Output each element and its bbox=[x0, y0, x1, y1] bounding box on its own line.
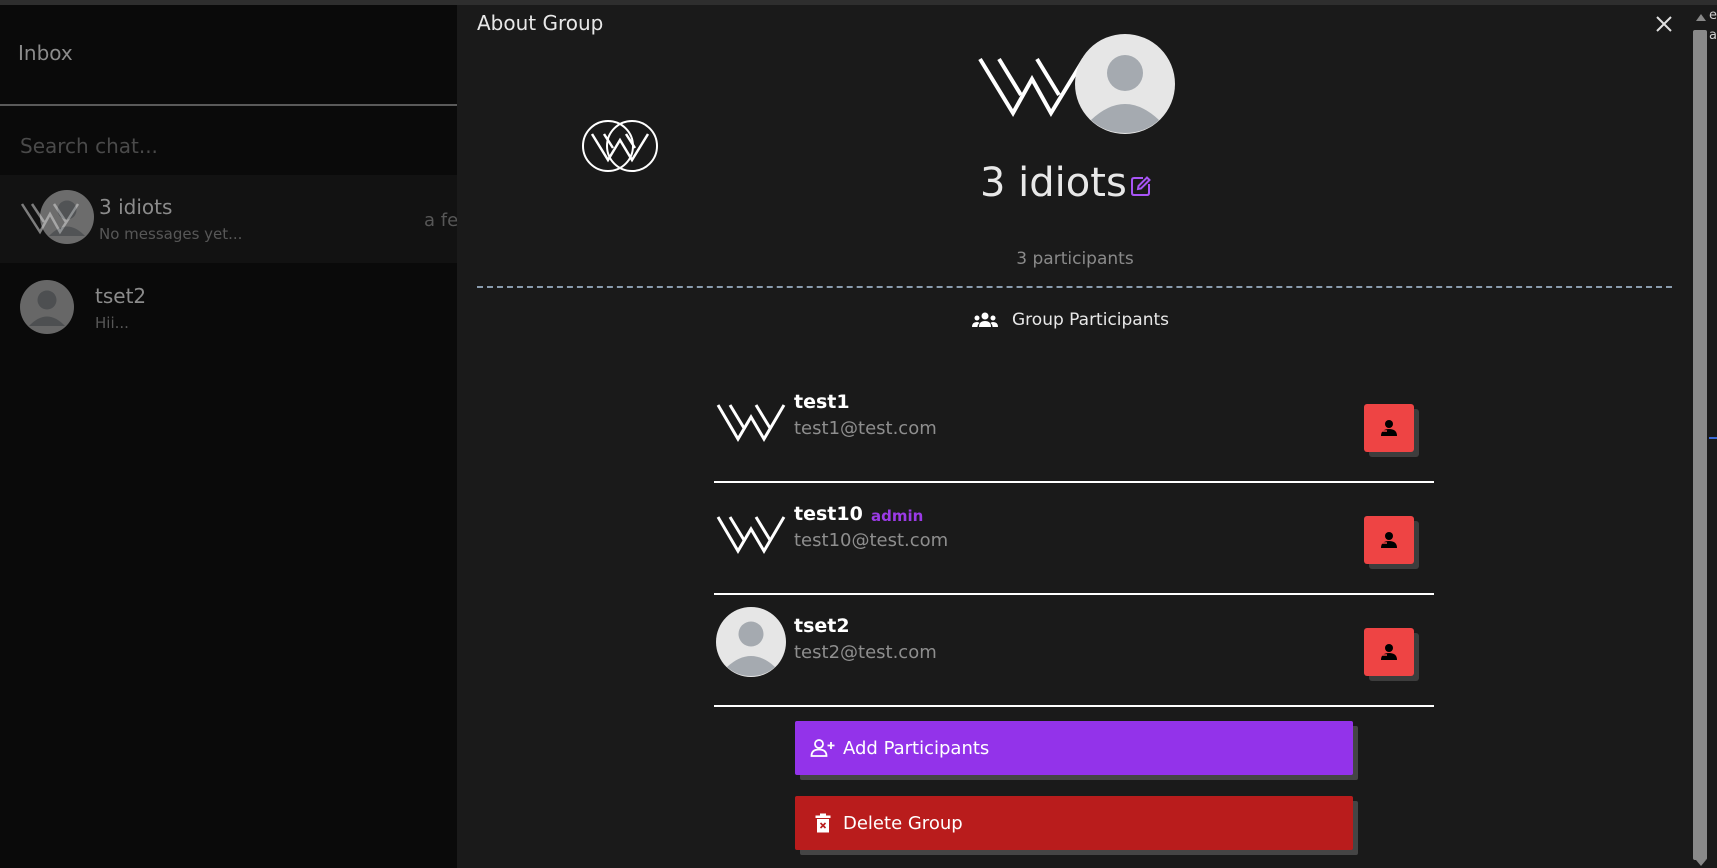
participant-email: test1@test.com bbox=[794, 418, 937, 439]
add-participants-button[interactable]: Add Participants bbox=[795, 721, 1353, 775]
dashed-divider bbox=[477, 286, 1672, 288]
remove-user-icon bbox=[1381, 420, 1397, 436]
group-name: 3 idiots bbox=[980, 160, 1127, 206]
group-avatar-icon bbox=[1075, 34, 1175, 134]
add-user-icon bbox=[810, 739, 835, 757]
group-avatar bbox=[20, 190, 96, 248]
edge-text: e a bbox=[1709, 6, 1717, 46]
add-participants-label: Add Participants bbox=[843, 737, 990, 759]
admin-badge: admin bbox=[871, 507, 924, 525]
participant-count: 3 participants bbox=[1016, 249, 1134, 269]
participant-row: test10 admin test10@test.com bbox=[714, 483, 1434, 595]
logo-icon bbox=[716, 404, 786, 442]
inbox-title: Inbox bbox=[18, 41, 73, 65]
edge-mark bbox=[1709, 437, 1717, 461]
participant-name: test10 bbox=[794, 503, 863, 525]
participant-name: test1 bbox=[794, 391, 850, 413]
edge-char: e bbox=[1709, 8, 1717, 23]
group-participants-heading: Group Participants bbox=[972, 305, 1169, 335]
close-icon[interactable] bbox=[1649, 9, 1679, 39]
inbox-divider bbox=[0, 104, 457, 106]
sidebar: Inbox 3 idiots No messages yet... a fe t… bbox=[0, 5, 459, 868]
scroll-down-arrow[interactable] bbox=[1696, 860, 1706, 866]
logo-icon bbox=[716, 516, 786, 554]
chat-time: a fe bbox=[424, 210, 459, 231]
delete-group-button[interactable]: Delete Group bbox=[795, 796, 1353, 850]
edit-icon[interactable] bbox=[1130, 175, 1152, 197]
participant-row: tset2 test2@test.com bbox=[714, 595, 1434, 707]
chat-name: 3 idiots bbox=[99, 195, 173, 219]
users-icon bbox=[972, 312, 998, 327]
remove-participant-button[interactable] bbox=[1364, 516, 1414, 564]
remove-participant-button[interactable] bbox=[1364, 404, 1414, 452]
chat-name: tset2 bbox=[95, 284, 147, 308]
scrollbar-thumb[interactable] bbox=[1693, 30, 1707, 860]
participant-row: test1 test1@test.com bbox=[714, 371, 1434, 483]
chat-item-tset2[interactable]: tset2 Hii... bbox=[0, 264, 457, 352]
scroll-up-arrow[interactable] bbox=[1696, 14, 1706, 21]
logo-icon bbox=[582, 120, 658, 172]
chat-item-group[interactable]: 3 idiots No messages yet... a fe bbox=[0, 175, 459, 263]
trash-icon bbox=[815, 813, 831, 833]
edge-char: a bbox=[1709, 28, 1717, 43]
delete-group-label: Delete Group bbox=[843, 812, 963, 834]
person-avatar bbox=[20, 280, 74, 334]
person-avatar bbox=[716, 607, 786, 677]
modal-title: About Group bbox=[477, 11, 604, 35]
person-avatar bbox=[40, 190, 94, 244]
chat-preview: No messages yet... bbox=[99, 225, 243, 243]
participant-email: test10@test.com bbox=[794, 530, 949, 551]
participant-name: tset2 bbox=[794, 615, 850, 637]
group-participants-label: Group Participants bbox=[1012, 310, 1170, 330]
group-logo-icon bbox=[978, 57, 1086, 117]
remove-participant-button[interactable] bbox=[1364, 628, 1414, 676]
participant-email: test2@test.com bbox=[794, 642, 937, 663]
about-group-modal: About Group 3 idiots 3 participants Grou… bbox=[457, 5, 1693, 868]
search-chat-input[interactable] bbox=[0, 113, 457, 179]
remove-user-icon bbox=[1381, 644, 1397, 660]
remove-user-icon bbox=[1381, 532, 1397, 548]
chat-preview: Hii... bbox=[95, 314, 129, 332]
